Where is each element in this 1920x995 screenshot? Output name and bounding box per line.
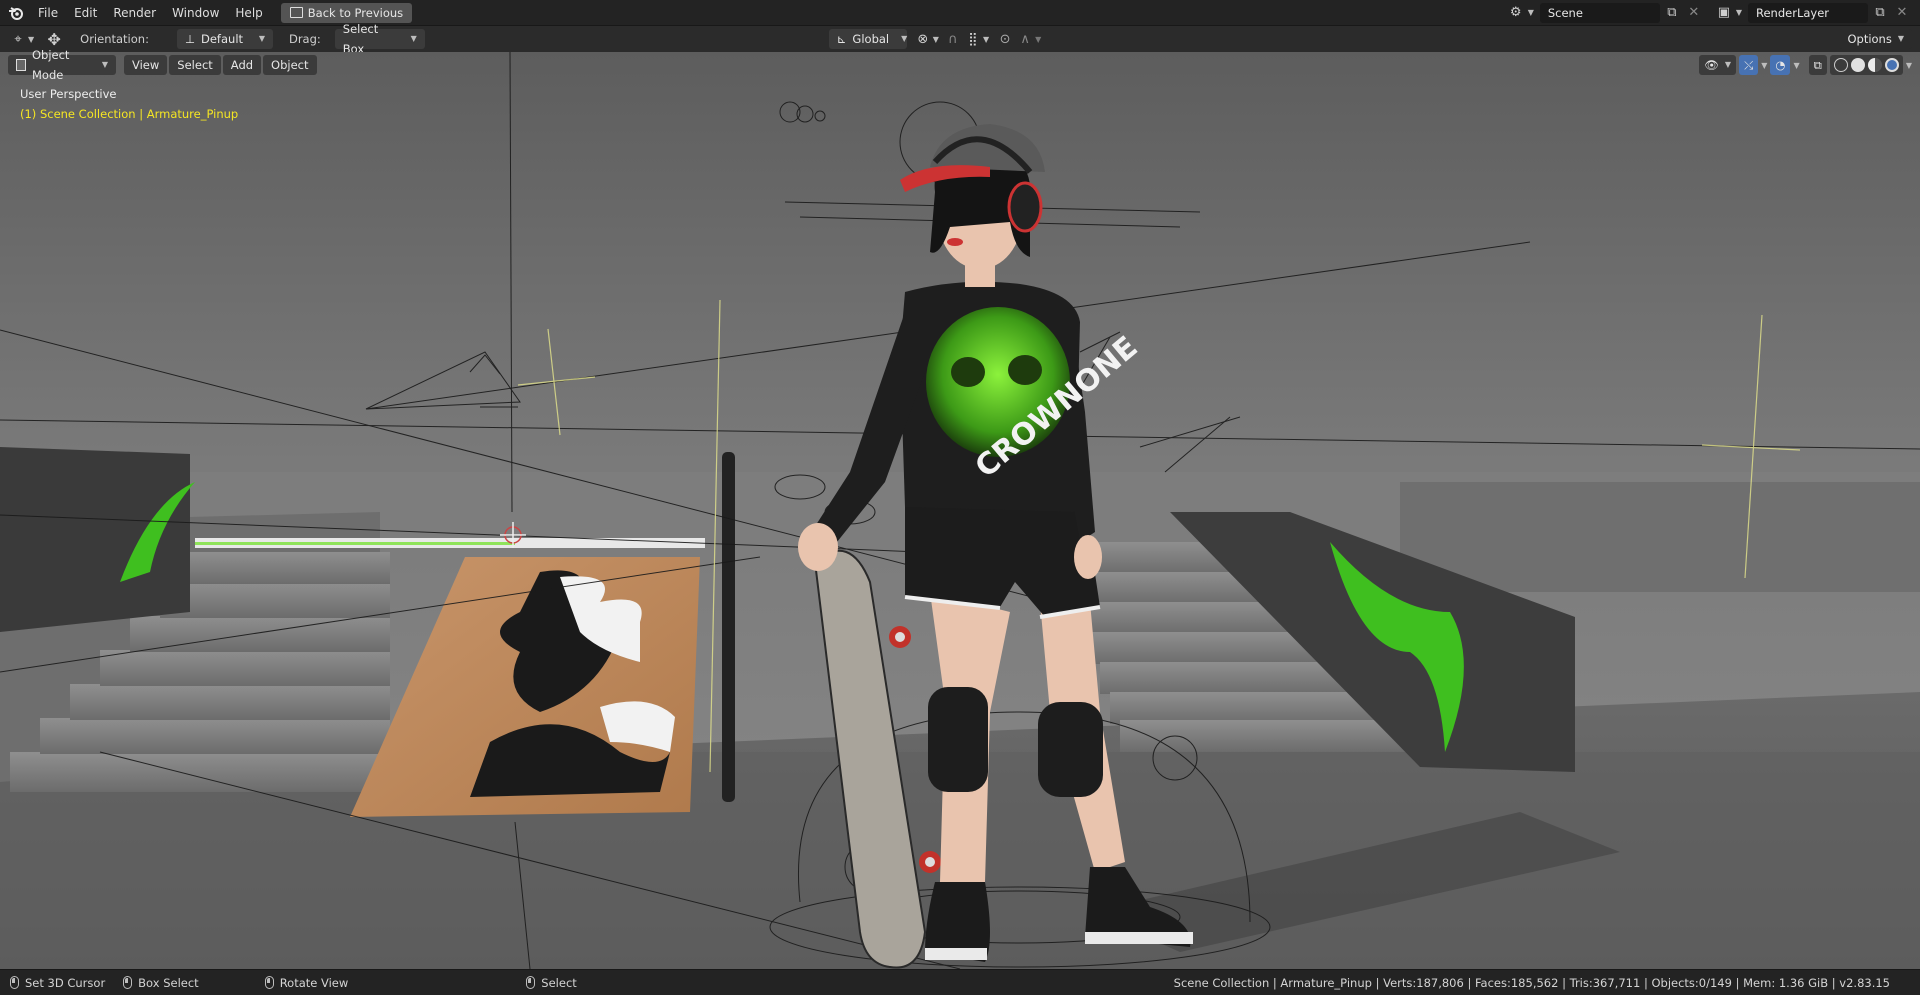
status-box-select: Box Select	[123, 976, 199, 990]
overlays-toggle[interactable]: ◔	[1770, 55, 1791, 75]
viewport-scene: CROWNONE	[0, 52, 1920, 969]
options-dropdown[interactable]: Options ▼	[1839, 29, 1912, 49]
chevron-down-icon[interactable]: ▼	[28, 35, 34, 44]
status-select: Select	[526, 976, 577, 990]
chevron-down-icon: ▼	[258, 34, 265, 43]
top-bar: File Edit Render Window Help Back to Pre…	[0, 0, 1920, 26]
wireframe-shading-icon[interactable]	[1833, 58, 1848, 72]
overlays-icon: ◔	[1775, 58, 1786, 72]
mouse-left-icon	[10, 976, 19, 989]
snap-grid-icon[interactable]: ⣿	[963, 29, 983, 49]
menu-view[interactable]: View	[124, 55, 168, 75]
menu-add[interactable]: Add	[222, 55, 262, 75]
scene-icon[interactable]: ⚙	[1506, 3, 1526, 23]
chevron-down-icon[interactable]: ▼	[1736, 8, 1742, 17]
snap-icon[interactable]: ∩	[943, 29, 963, 49]
transform-orientation-dropdown[interactable]: ⊾ Global ▼	[828, 29, 908, 49]
render-layer-field[interactable]: RenderLayer	[1748, 2, 1868, 23]
chevron-down-icon[interactable]: ▼	[1793, 61, 1799, 70]
drag-label: Drag:	[288, 32, 321, 46]
scene-statistics: Scene Collection | Armature_Pinup | Vert…	[1173, 975, 1890, 990]
chevron-down-icon: ▼	[410, 34, 417, 43]
status-bar: Set 3D Cursor Box Select Rotate View Sel…	[0, 969, 1920, 995]
chevron-down-icon[interactable]: ▼	[1528, 8, 1534, 17]
chevron-down-icon: ▼	[1724, 60, 1732, 69]
screen-icon	[289, 7, 303, 18]
menu-render[interactable]: Render	[105, 3, 164, 23]
viewport-info-overlay: User Perspective (1) Scene Collection | …	[20, 84, 238, 124]
material-shading-icon[interactable]	[1867, 58, 1882, 72]
xray-toggle[interactable]: ⧉	[1808, 55, 1827, 75]
new-layer-icon[interactable]: ⧉	[1870, 3, 1890, 23]
object-mode-dropdown[interactable]: Object Mode ▼	[8, 48, 116, 82]
close-scene-icon[interactable]: ✕	[1684, 3, 1704, 23]
3d-viewport[interactable]: CROWNONE	[0, 52, 1920, 969]
menu-help[interactable]: Help	[227, 3, 270, 23]
mouse-drag-icon	[123, 976, 133, 989]
new-scene-icon[interactable]: ⧉	[1662, 3, 1682, 23]
orientation-dropdown[interactable]: ⊥ Default ▼	[176, 29, 273, 49]
chevron-down-icon[interactable]: ▼	[933, 35, 939, 44]
visibility-dropdown[interactable]: 👁 ▼	[1699, 55, 1737, 75]
chevron-down-icon[interactable]: ▼	[983, 35, 989, 44]
menu-select[interactable]: Select	[169, 55, 221, 75]
proportional-edit-icon[interactable]: ⊙	[995, 29, 1015, 49]
editor-type-icon[interactable]: ⌖	[8, 29, 28, 49]
eye-icon: 👁	[1704, 58, 1719, 72]
viewport-header: Object Mode ▼ View Select Add Object 👁 ▼ …	[0, 48, 1920, 82]
mouse-middle-icon	[264, 976, 274, 989]
axes-icon: ⊥	[184, 32, 195, 46]
menu-window[interactable]: Window	[164, 3, 227, 23]
falloff-icon[interactable]: ∧	[1015, 29, 1035, 49]
chevron-down-icon: ▼	[901, 34, 908, 43]
menu-file[interactable]: File	[30, 3, 66, 23]
shading-buttons	[1829, 55, 1903, 75]
menu-edit[interactable]: Edit	[66, 3, 105, 23]
view-perspective-label: User Perspective	[20, 87, 117, 101]
chevron-down-icon[interactable]: ▼	[1906, 61, 1912, 70]
active-collection-label: (1) Scene Collection | Armature_Pinup	[20, 107, 239, 121]
rendered-shading-icon[interactable]	[1884, 58, 1899, 72]
gizmo-toggle[interactable]: ⤯	[1739, 55, 1759, 75]
gizmo-icon: ⤯	[1744, 58, 1754, 72]
chevron-down-icon[interactable]: ▼	[1035, 35, 1041, 44]
status-set-3d-cursor: Set 3D Cursor	[10, 976, 105, 990]
drag-dropdown[interactable]: Select Box ▼	[334, 22, 425, 56]
tool-header: ⌖ ▼ ✥ Orientation: ⊥ Default ▼ Drag: Sele…	[0, 22, 1920, 56]
chevron-down-icon[interactable]: ▼	[1761, 61, 1767, 70]
scene-name-field[interactable]: Scene	[1539, 2, 1660, 23]
status-rotate-view: Rotate View	[264, 976, 348, 990]
global-axes-icon: ⊾	[836, 32, 847, 46]
xray-icon: ⧉	[1813, 58, 1822, 72]
menu-object[interactable]: Object	[263, 55, 317, 75]
object-mode-icon	[16, 59, 26, 71]
mouse-right-icon	[526, 976, 536, 989]
pivot-point-icon[interactable]: ⊗	[913, 29, 933, 49]
close-layer-icon[interactable]: ✕	[1892, 3, 1912, 23]
orientation-label: Orientation:	[80, 32, 149, 46]
render-layer-icon[interactable]: ▣	[1714, 3, 1734, 23]
chevron-down-icon: ▼	[1897, 34, 1904, 43]
chevron-down-icon: ▼	[101, 60, 108, 69]
blender-logo-icon[interactable]	[6, 3, 26, 23]
solid-shading-icon[interactable]	[1850, 58, 1865, 72]
